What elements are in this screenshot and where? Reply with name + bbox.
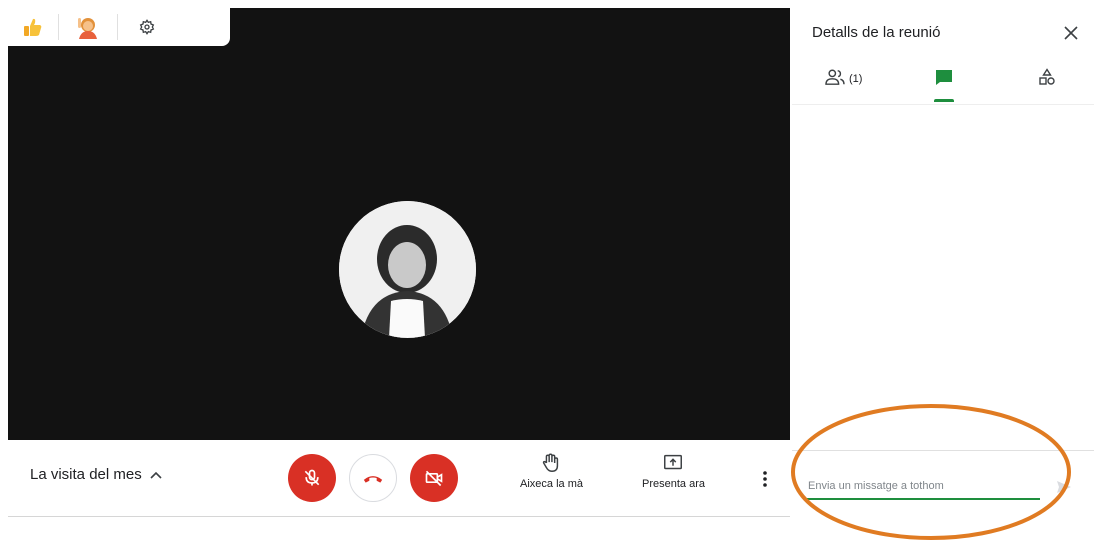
raise-hand-reaction-button[interactable] (59, 8, 117, 46)
reactions-bar (8, 8, 230, 46)
people-count: (1) (849, 73, 863, 85)
camera-off-icon (425, 470, 443, 487)
present-now-button[interactable]: Presenta ara (642, 452, 705, 490)
raise-hand-icon (543, 453, 559, 472)
meeting-title: La visita del mes (30, 466, 142, 483)
activities-shapes-icon (1039, 68, 1055, 85)
present-now-label: Presenta ara (642, 478, 705, 490)
control-bar: La visita del mes Aixeca la mà Presenta … (8, 440, 790, 517)
send-message-button[interactable] (1056, 479, 1072, 495)
microphone-off-icon (304, 469, 320, 486)
chat-compose-area (792, 450, 1094, 513)
thumbs-up-button[interactable] (8, 8, 58, 46)
raise-hand-label: Aixeca la mà (520, 478, 583, 490)
camera-toggle-button[interactable] (410, 454, 458, 502)
leave-call-button[interactable] (349, 454, 397, 502)
send-icon (1057, 481, 1071, 493)
tab-activities[interactable] (1038, 68, 1056, 104)
tab-people[interactable]: (1) (824, 68, 862, 104)
chat-icon (936, 70, 952, 85)
video-stage (8, 8, 790, 440)
panel-tabs: (1) (792, 68, 1094, 105)
close-panel-button[interactable] (1062, 24, 1080, 42)
participant-avatar (339, 201, 476, 338)
hang-up-icon (363, 476, 383, 483)
active-tab-indicator (934, 99, 954, 102)
microphone-toggle-button[interactable] (288, 454, 336, 502)
raise-hand-button[interactable]: Aixeca la mà (520, 452, 583, 490)
panel-title: Detalls de la reunió (812, 24, 941, 41)
raised-hand-person-icon (78, 18, 97, 39)
meeting-details-panel: Detalls de la reunió (1) (792, 0, 1094, 542)
settings-button[interactable] (118, 8, 176, 46)
people-icon (825, 69, 845, 85)
more-options-button[interactable] (758, 468, 772, 490)
chevron-up-icon (150, 471, 162, 479)
chat-message-input[interactable] (806, 476, 1040, 500)
gear-icon (139, 19, 155, 35)
meeting-title-toggle[interactable]: La visita del mes (30, 466, 162, 483)
thumbs-up-icon (24, 18, 42, 36)
more-vert-icon (763, 471, 767, 487)
present-screen-icon (664, 454, 683, 470)
close-icon (1064, 26, 1078, 40)
